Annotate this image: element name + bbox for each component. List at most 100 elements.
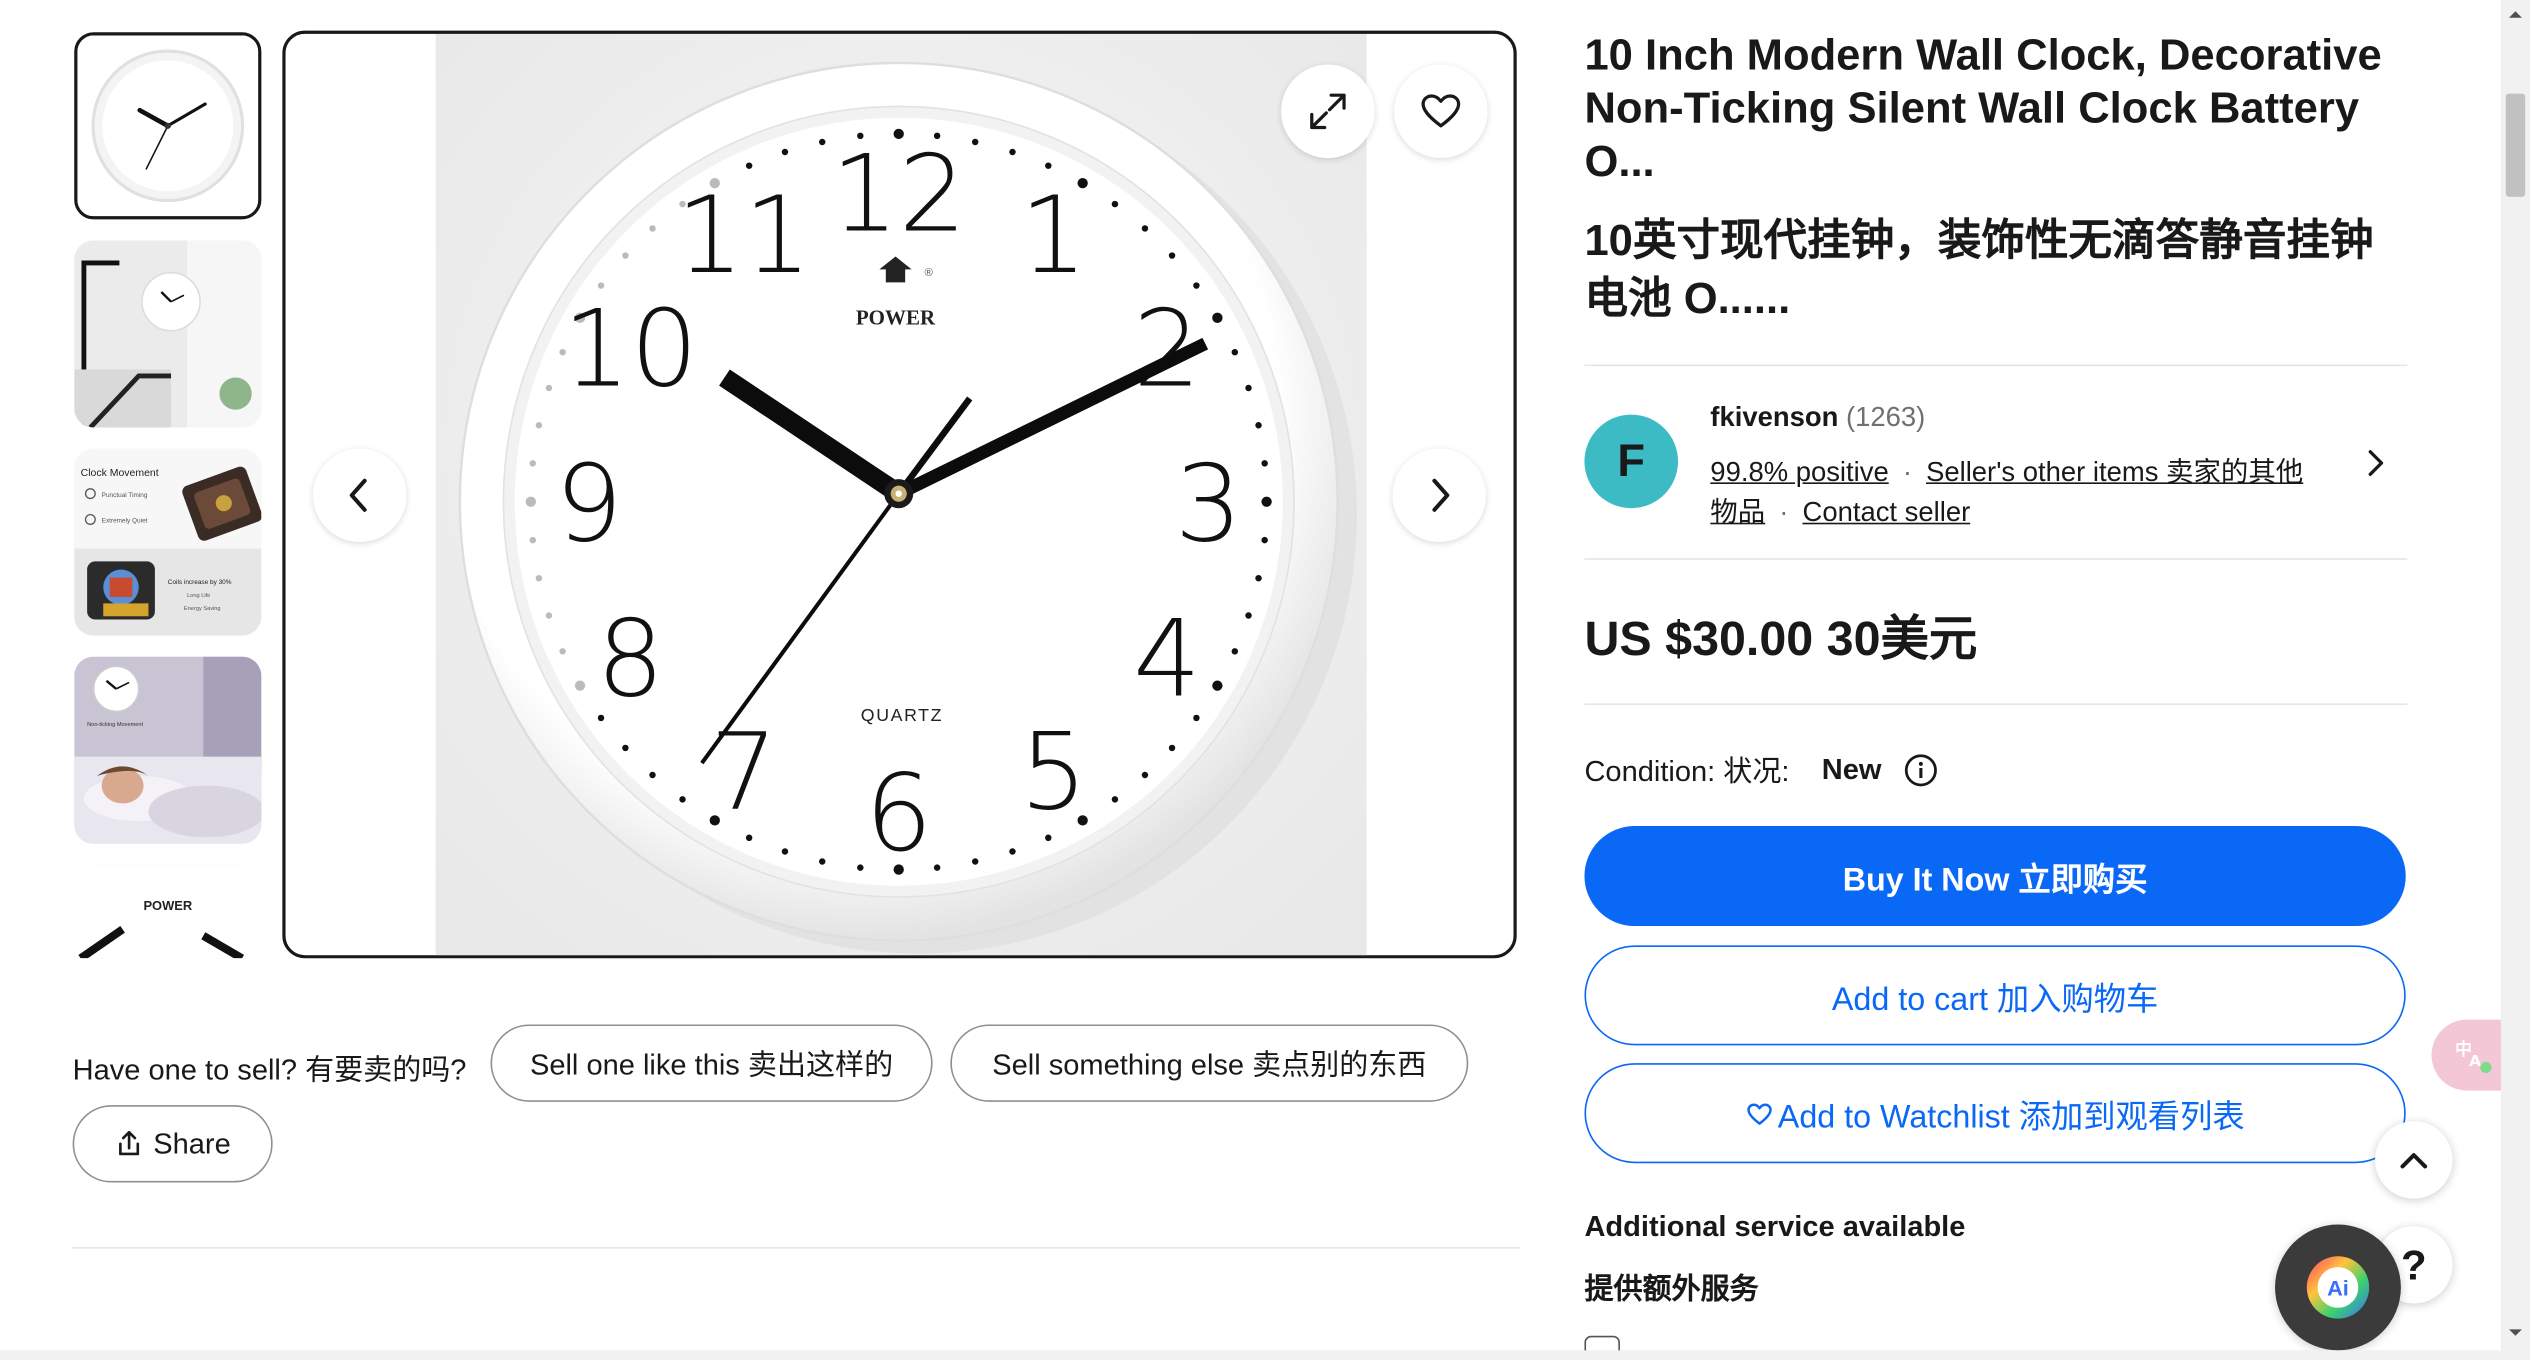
contact-seller-link[interactable]: Contact seller xyxy=(1803,497,1971,528)
fullscreen-button[interactable] xyxy=(1281,64,1375,159)
seller-links-row-2: 物品 · Contact seller xyxy=(1710,496,1971,528)
clock-numeral: 7 xyxy=(710,711,778,835)
minute-dot xyxy=(535,574,543,582)
minute-dot xyxy=(857,864,864,871)
minute-dot xyxy=(1009,148,1016,156)
clock-numeral: 9 xyxy=(555,442,623,566)
share-button[interactable]: Share xyxy=(72,1105,273,1183)
clock-on-wall-thumbnail-image xyxy=(74,240,262,428)
seller-other-items-link-cont[interactable]: 物品 xyxy=(1710,497,1765,528)
clock-numeral: 11 xyxy=(676,174,811,298)
minute-dot xyxy=(971,858,979,865)
scroll-down-arrow-icon[interactable] xyxy=(2501,1318,2530,1347)
horizontal-scrollbar[interactable] xyxy=(0,1350,2501,1360)
minute-dot xyxy=(1255,574,1262,582)
minute-dot xyxy=(1212,680,1223,691)
clock-numeral: 1 xyxy=(1020,174,1088,298)
minute-dot xyxy=(535,422,543,429)
divider xyxy=(1584,364,2408,367)
expand-icon xyxy=(1310,93,1346,130)
svg-text:Long Life: Long Life xyxy=(187,593,210,599)
add-to-watchlist-label: Add to Watchlist 添加到观看列表 xyxy=(1777,1099,2245,1135)
add-to-cart-button[interactable]: Add to cart 加入购物车 xyxy=(1584,945,2406,1046)
watch-heart-button[interactable] xyxy=(1394,64,1488,159)
info-icon[interactable] xyxy=(1904,753,1938,787)
heart-icon xyxy=(1747,1102,1772,1125)
scrollbar-thumb[interactable] xyxy=(2505,93,2526,197)
have-one-to-sell-label: Have one to sell? 有要卖的吗? xyxy=(72,1053,467,1086)
minute-dot xyxy=(1255,422,1262,429)
minute-dot xyxy=(1045,162,1052,169)
positive-feedback-link[interactable]: 99.8% positive xyxy=(1710,457,1888,488)
minute-dot xyxy=(1141,225,1149,232)
condition-label: Condition: 状况: xyxy=(1584,755,1790,788)
minute-dot xyxy=(1168,744,1176,752)
seller-other-items-link[interactable]: Seller's other items 卖家的其他 xyxy=(1926,457,2303,488)
add-to-watchlist-button[interactable]: Add to Watchlist 添加到观看列表 xyxy=(1584,1063,2406,1164)
section-divider xyxy=(72,1247,1520,1249)
minute-dot xyxy=(1261,536,1268,544)
minute-dot xyxy=(971,138,979,146)
clock-closeup-thumbnail-image: POWER xyxy=(74,864,262,959)
minute-dot xyxy=(559,648,566,655)
minute-dot xyxy=(1111,796,1119,803)
svg-text:Coils increase by 30%: Coils increase by 30% xyxy=(168,579,232,586)
ai-assistant-button[interactable]: Ai xyxy=(2275,1224,2401,1351)
minute-dot xyxy=(1231,648,1239,655)
minute-dot xyxy=(1212,312,1223,323)
chevron-up-icon xyxy=(2400,1153,2428,1169)
translate-icon: 中 A xyxy=(2455,1039,2492,1074)
minute-dot xyxy=(679,796,686,803)
sell-one-like-this-button[interactable]: Sell one like this 卖出这样的 xyxy=(490,1024,933,1102)
minute-dot xyxy=(1009,848,1016,855)
previous-image-button[interactable] xyxy=(313,448,407,543)
thumbnail-bedroom[interactable]: Non-ticking Movement xyxy=(74,656,262,844)
clock-numeral: 6 xyxy=(865,752,933,876)
divider xyxy=(1584,703,2408,706)
seller-info: fkivenson (1263) xyxy=(1710,402,1925,434)
translate-widget[interactable]: 中 A xyxy=(2431,1019,2506,1091)
clock-numeral: 4 xyxy=(1133,597,1201,721)
next-image-button[interactable] xyxy=(1392,448,1487,543)
condition-row: Condition: 状况: New xyxy=(1584,749,1938,791)
movement-label: QUARTZ xyxy=(861,705,943,725)
main-product-image[interactable]: 12 1 2 3 4 5 6 7 8 9 10 11 POWER ® QUARTZ xyxy=(282,30,1517,959)
clock-front-thumbnail-image xyxy=(77,35,259,217)
minute-dot xyxy=(525,496,537,507)
minute-dot xyxy=(1045,834,1052,842)
share-icon xyxy=(119,1130,140,1156)
sell-something-else-button[interactable]: Sell something else 卖点别的东西 xyxy=(950,1024,1469,1102)
clock-numeral: 10 xyxy=(563,288,698,412)
ai-logo-icon: Ai xyxy=(2306,1256,2370,1319)
svg-text:POWER: POWER xyxy=(143,898,192,913)
seller-avatar[interactable]: F xyxy=(1584,414,1679,509)
buy-it-now-button[interactable]: Buy It Now 立即购买 xyxy=(1584,826,2406,927)
chevron-right-icon[interactable] xyxy=(2359,447,2391,479)
thumbnail-clock-front[interactable] xyxy=(74,32,262,220)
minute-dot xyxy=(781,148,789,156)
minute-dot xyxy=(545,384,553,392)
vertical-scrollbar[interactable] xyxy=(2500,0,2530,1360)
minute-dot xyxy=(649,771,656,779)
minute-dot xyxy=(781,848,789,855)
minute-dot xyxy=(1231,348,1239,356)
thumbnail-clock-closeup[interactable]: POWER xyxy=(74,864,262,959)
listing-title: 10 Inch Modern Wall Clock, Decorative No… xyxy=(1584,30,2382,186)
additional-service-heading: Additional service available xyxy=(1584,1209,1966,1243)
thumb-text-clock-movement: Clock Movement xyxy=(81,468,159,479)
scroll-to-top-button[interactable] xyxy=(2375,1121,2453,1199)
minute-dot xyxy=(745,162,753,169)
thumbnail-clock-on-wall[interactable] xyxy=(74,240,262,428)
minute-dot xyxy=(622,744,629,752)
seller-name[interactable]: fkivenson xyxy=(1710,402,1838,433)
minute-dot xyxy=(1111,200,1119,208)
condition-value: New xyxy=(1821,752,1882,785)
minute-dot xyxy=(622,252,629,259)
minute-dot xyxy=(745,834,753,842)
brand-name: POWER xyxy=(856,305,936,329)
thumbnail-clock-movement[interactable]: Clock Movement Punctual Timing Extremely… xyxy=(74,448,262,636)
price: US $30.00 30美元 xyxy=(1584,613,1978,667)
minute-dot xyxy=(649,225,656,232)
minute-dot xyxy=(545,612,553,619)
scroll-up-arrow-icon[interactable] xyxy=(2501,0,2530,29)
